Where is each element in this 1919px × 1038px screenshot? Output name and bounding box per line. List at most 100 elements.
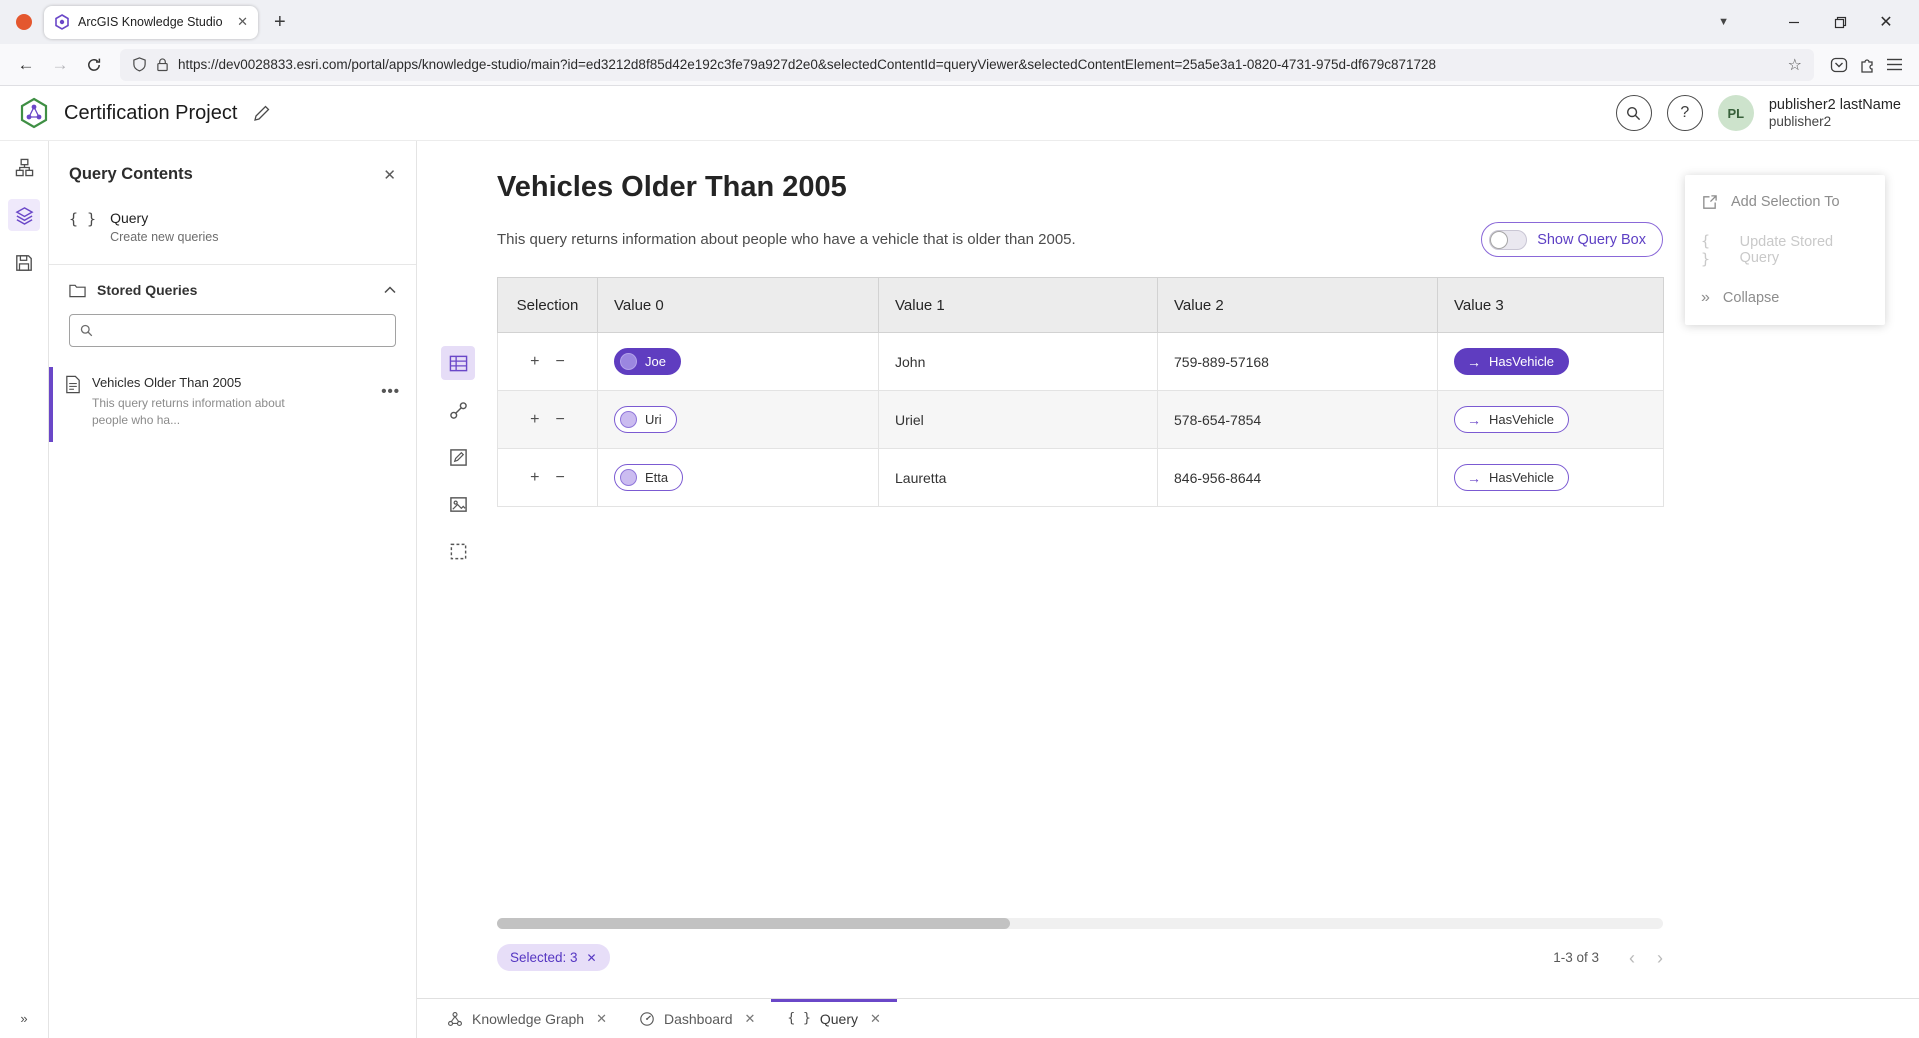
table-row[interactable]: +− Joe John 759-889-57168	[498, 333, 1664, 391]
bookmark-star-icon[interactable]: ☆	[1788, 55, 1802, 75]
column-header-value0: Value 0	[598, 278, 879, 333]
edit-title-pencil-icon[interactable]	[253, 105, 270, 122]
menu-hamburger-icon[interactable]	[1886, 57, 1903, 72]
selection-count-chip[interactable]: Selected: 3 ✕	[497, 944, 610, 971]
pocket-icon[interactable]	[1830, 56, 1848, 74]
query-viewer: Vehicles Older Than 2005 This query retu…	[417, 141, 1919, 998]
remove-from-selection-button[interactable]: −	[556, 411, 565, 428]
add-to-selection-button[interactable]: +	[530, 411, 539, 428]
data-model-button[interactable]	[8, 151, 40, 183]
entity-pill[interactable]: Uri	[614, 406, 677, 433]
stored-queries-header: Stored Queries	[49, 265, 416, 312]
window-close-button[interactable]: ✕	[1863, 0, 1909, 44]
show-query-box-toggle-group[interactable]: Show Query Box	[1481, 222, 1663, 257]
tab-label: Dashboard	[664, 1011, 733, 1027]
item-options-kebab-icon[interactable]: •••	[381, 375, 400, 400]
expand-rail-chevrons-icon[interactable]: »	[20, 1011, 27, 1026]
user-name-block: publisher2 lastName publisher2	[1769, 96, 1901, 131]
table-row[interactable]: +− Etta Lauretta 846-956-8644	[498, 449, 1664, 507]
tab-close-icon[interactable]: ✕	[870, 1011, 881, 1027]
tab-close-icon[interactable]: ✕	[744, 1011, 755, 1027]
window-restore-button[interactable]	[1817, 0, 1863, 44]
tab-close-icon[interactable]: ✕	[237, 14, 248, 30]
stored-query-description: This query returns information about peo…	[92, 395, 292, 430]
window-minimize-button[interactable]	[1771, 0, 1817, 44]
save-button[interactable]	[8, 247, 40, 279]
relationship-pill[interactable]: → HasVehicle	[1454, 406, 1569, 433]
map-view-button[interactable]	[441, 487, 475, 521]
cell-value1: Uriel	[879, 391, 1158, 449]
menu-item-collapse[interactable]: » Collapse	[1685, 274, 1885, 322]
braces-icon: { }	[69, 210, 96, 228]
stored-queries-search[interactable]	[69, 314, 396, 347]
column-header-value3: Value 3	[1438, 278, 1664, 333]
document-icon	[65, 375, 81, 394]
search-icon	[1626, 106, 1641, 121]
query-result-subtitle: This query returns information about peo…	[497, 231, 1076, 248]
tab-label: Query	[820, 1011, 858, 1027]
previous-page-button[interactable]: ‹	[1629, 949, 1635, 967]
search-button[interactable]	[1616, 95, 1652, 131]
user-full-name: publisher2 lastName	[1769, 96, 1901, 114]
back-button[interactable]: ←	[10, 49, 42, 81]
column-header-selection: Selection	[498, 278, 598, 333]
stored-query-item[interactable]: Vehicles Older Than 2005 This query retu…	[49, 367, 416, 442]
entity-pill-label: Etta	[645, 470, 668, 485]
save-disk-icon	[15, 254, 33, 272]
menu-item-label: Collapse	[1723, 290, 1779, 306]
scrollbar-thumb[interactable]	[497, 918, 1010, 929]
forward-button[interactable]: →	[44, 49, 76, 81]
menu-item-update-stored-query: { } Update Stored Query	[1685, 226, 1885, 274]
reload-button[interactable]	[78, 49, 110, 81]
project-title: Certification Project	[64, 102, 237, 125]
list-tabs-chevron-icon[interactable]: ▼	[1718, 16, 1729, 28]
menu-item-add-selection-to[interactable]: Add Selection To	[1685, 178, 1885, 226]
layers-icon	[15, 206, 34, 225]
help-button[interactable]: ?	[1667, 95, 1703, 131]
remove-from-selection-button[interactable]: −	[556, 469, 565, 486]
horizontal-scrollbar[interactable]	[497, 918, 1663, 929]
dashboard-icon	[639, 1011, 655, 1027]
show-query-box-toggle[interactable]	[1489, 230, 1527, 250]
table-header-row: Selection Value 0 Value 1 Value 2 Value …	[498, 278, 1664, 333]
cell-value2: 578-654-7854	[1158, 391, 1438, 449]
edit-view-button[interactable]	[441, 440, 475, 474]
tab-knowledge-graph[interactable]: Knowledge Graph ✕	[431, 999, 623, 1038]
user-avatar[interactable]: PL	[1718, 95, 1754, 131]
query-contents-panel: Query Contents ✕ { } Query Create new qu…	[49, 141, 417, 1038]
link-chart-view-button[interactable]	[441, 393, 475, 427]
selection-tool-button[interactable]	[441, 534, 475, 568]
stored-queries-search-input[interactable]	[101, 323, 385, 338]
entity-pill[interactable]: Joe	[614, 348, 681, 375]
lock-icon[interactable]	[156, 57, 169, 72]
add-to-selection-button[interactable]: +	[530, 469, 539, 486]
relationship-pill[interactable]: → HasVehicle	[1454, 348, 1569, 375]
panel-close-icon[interactable]: ✕	[383, 166, 396, 184]
tab-dashboard[interactable]: Dashboard ✕	[623, 999, 771, 1038]
tab-close-icon[interactable]: ✕	[596, 1011, 607, 1027]
new-query-item[interactable]: { } Query Create new queries	[49, 200, 416, 264]
stored-queries-title: Stored Queries	[97, 282, 373, 298]
tracking-shield-icon[interactable]	[132, 57, 147, 72]
clear-selection-icon[interactable]: ✕	[587, 951, 597, 965]
braces-icon: { }	[1701, 232, 1727, 268]
relationship-pill[interactable]: → HasVehicle	[1454, 464, 1569, 491]
table-icon	[449, 354, 468, 373]
results-table: Selection Value 0 Value 1 Value 2 Value …	[497, 277, 1664, 507]
remove-from-selection-button[interactable]: −	[556, 353, 565, 370]
menu-item-label: Add Selection To	[1731, 194, 1840, 210]
next-page-button[interactable]: ›	[1657, 949, 1663, 967]
extensions-icon[interactable]	[1858, 56, 1876, 74]
collapse-section-chevron-icon[interactable]	[384, 286, 396, 294]
url-bar[interactable]: https://dev0028833.esri.com/portal/apps/…	[120, 49, 1814, 81]
table-row[interactable]: +− Uri Uriel 578-654-7854	[498, 391, 1664, 449]
panel-title: Query Contents	[69, 165, 383, 184]
contents-layers-button[interactable]	[8, 199, 40, 231]
browser-tab[interactable]: ArcGIS Knowledge Studio ✕	[44, 6, 258, 39]
entity-pill-label: Uri	[645, 412, 662, 427]
add-to-selection-button[interactable]: +	[530, 353, 539, 370]
entity-pill[interactable]: Etta	[614, 464, 683, 491]
new-tab-button[interactable]: +	[274, 11, 286, 34]
tab-query[interactable]: { } Query ✕	[771, 999, 897, 1038]
table-view-button[interactable]	[441, 346, 475, 380]
